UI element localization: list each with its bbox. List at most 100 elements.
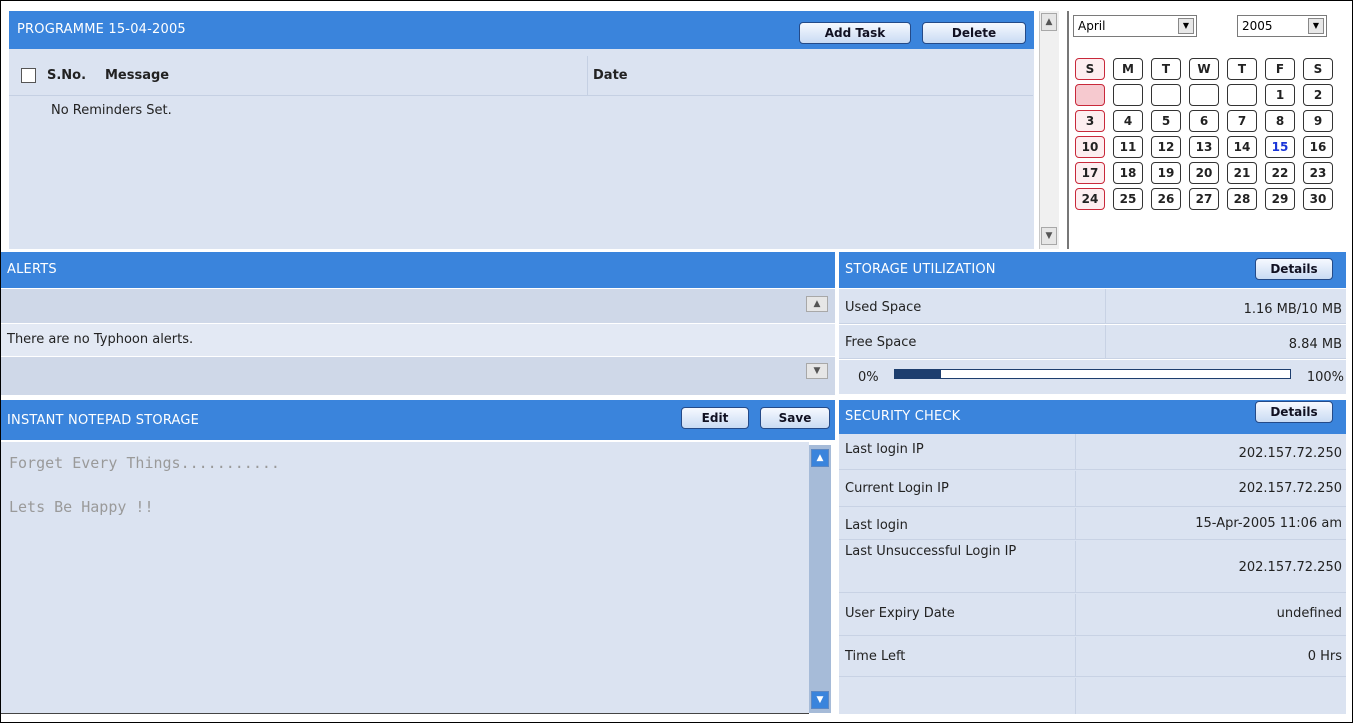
scroll-up-icon[interactable]: ▲	[811, 449, 829, 467]
calendar-day-today[interactable]: 15	[1265, 136, 1295, 158]
alerts-header: ALERTS	[1, 252, 835, 288]
calendar: April ▼ 2005 ▼ S M T W T F S 1 2 3 4 5 6…	[1067, 11, 1344, 249]
scroll-down-icon[interactable]: ▼	[806, 363, 828, 379]
security-row: User Expiry Date undefined	[839, 594, 1346, 636]
calendar-day[interactable]: 19	[1151, 162, 1181, 184]
calendar-day[interactable]: 22	[1265, 162, 1295, 184]
security-row-value: 15-Apr-2005 11:06 am	[1195, 516, 1342, 531]
year-select-value: 2005	[1242, 19, 1273, 33]
add-task-button[interactable]: Add Task	[799, 22, 911, 44]
weekday-label: S	[1075, 58, 1105, 80]
scroll-up-icon[interactable]: ▲	[806, 296, 828, 312]
select-all-checkbox[interactable]	[21, 68, 36, 83]
column-divider	[1075, 471, 1076, 507]
calendar-day[interactable]: 4	[1113, 110, 1143, 132]
security-row-value: 0 Hrs	[1307, 649, 1342, 664]
calendar-day[interactable]: 21	[1227, 162, 1257, 184]
scroll-down-icon[interactable]: ▼	[811, 691, 829, 709]
notepad-scrollbar[interactable]: ▲ ▼	[809, 445, 831, 713]
calendar-day[interactable]: 27	[1189, 188, 1219, 210]
security-row: Last login IP 202.157.72.250	[839, 434, 1346, 470]
edit-button[interactable]: Edit	[681, 407, 749, 429]
security-empty-row	[839, 678, 1346, 714]
dropdown-arrow-icon[interactable]: ▼	[1308, 18, 1324, 34]
year-select[interactable]: 2005 ▼	[1237, 15, 1327, 37]
calendar-day[interactable]: 2	[1303, 84, 1333, 106]
programme-scrollbar[interactable]: ▲ ▼	[1039, 11, 1059, 249]
security-title: SECURITY CHECK	[845, 409, 961, 424]
calendar-day[interactable]: 11	[1113, 136, 1143, 158]
security-details-button[interactable]: Details	[1255, 401, 1333, 423]
weekday-label: F	[1265, 58, 1295, 80]
calendar-day[interactable]: 8	[1265, 110, 1295, 132]
calendar-day[interactable]: 25	[1113, 188, 1143, 210]
calendar-day[interactable]: 28	[1227, 188, 1257, 210]
security-row-value: undefined	[1276, 606, 1342, 621]
calendar-day[interactable]: 10	[1075, 136, 1105, 158]
save-button[interactable]: Save	[760, 407, 830, 429]
calendar-day[interactable]: 1	[1265, 84, 1295, 106]
storage-progress-fill	[895, 370, 941, 378]
used-space-value: 1.16 MB/10 MB	[1243, 302, 1342, 317]
progress-max-label: 100%	[1306, 370, 1344, 385]
alerts-title: ALERTS	[7, 262, 57, 277]
week-row: 1 2	[1075, 82, 1341, 108]
calendar-day[interactable]: 24	[1075, 188, 1105, 210]
calendar-day[interactable]: 12	[1151, 136, 1181, 158]
security-row-label: Last Unsuccessful Login IP	[845, 544, 1017, 559]
notepad-title: INSTANT NOTEPAD STORAGE	[7, 413, 200, 428]
programme-column-header: S.No. Message Date	[9, 56, 1033, 96]
delete-button[interactable]: Delete	[922, 22, 1026, 44]
security-row: Last Unsuccessful Login IP 202.157.72.25…	[839, 541, 1346, 593]
dashboard-frame: PROGRAMME 15-04-2005 Add Task Delete S.N…	[0, 0, 1353, 723]
calendar-day[interactable]: 13	[1189, 136, 1219, 158]
calendar-day[interactable]: 6	[1189, 110, 1219, 132]
storage-progress-bar	[894, 369, 1291, 379]
calendar-day[interactable]: 30	[1303, 188, 1333, 210]
alerts-top-row	[1, 289, 835, 323]
calendar-day[interactable]: 16	[1303, 136, 1333, 158]
column-divider	[1105, 325, 1106, 359]
column-divider	[1075, 594, 1076, 636]
calendar-day[interactable]: 3	[1075, 110, 1105, 132]
column-date: Date	[593, 68, 628, 83]
security-row-label: Current Login IP	[845, 481, 949, 496]
progress-min-label: 0%	[858, 370, 879, 385]
week-row: 3 4 5 6 7 8 9	[1075, 108, 1341, 134]
calendar-day[interactable]: 23	[1303, 162, 1333, 184]
calendar-day[interactable]: 7	[1227, 110, 1257, 132]
calendar-day[interactable]: 26	[1151, 188, 1181, 210]
security-row-label: Last login	[845, 518, 908, 533]
programme-title: PROGRAMME 15-04-2005	[17, 22, 186, 37]
weekday-label: T	[1151, 58, 1181, 80]
calendar-day	[1189, 84, 1219, 106]
calendar-day[interactable]: 20	[1189, 162, 1219, 184]
scroll-up-icon[interactable]: ▲	[1041, 13, 1057, 31]
used-space-row: Used Space 1.16 MB/10 MB	[839, 289, 1346, 324]
alerts-message-row: There are no Typhoon alerts.	[1, 324, 835, 356]
column-divider	[1075, 541, 1076, 593]
security-row: Current Login IP 202.157.72.250	[839, 471, 1346, 507]
month-select[interactable]: April ▼	[1073, 15, 1197, 37]
calendar-day[interactable]: 14	[1227, 136, 1257, 158]
week-row: 24 25 26 27 28 29 30	[1075, 186, 1341, 212]
calendar-grid: S M T W T F S 1 2 3 4 5 6 7 8 9 10 11 12…	[1075, 56, 1341, 212]
notepad-textarea[interactable]: Forget Every Things........... Lets Be H…	[1, 442, 809, 714]
calendar-day[interactable]: 18	[1113, 162, 1143, 184]
week-row: 10 11 12 13 14 15 16	[1075, 134, 1341, 160]
weekday-row: S M T W T F S	[1075, 56, 1341, 82]
alerts-message: There are no Typhoon alerts.	[7, 332, 194, 347]
storage-details-button[interactable]: Details	[1255, 258, 1333, 280]
calendar-day[interactable]: 17	[1075, 162, 1105, 184]
security-row-label: Time Left	[845, 649, 906, 664]
column-divider	[1075, 637, 1076, 677]
security-row-value: 202.157.72.250	[1238, 560, 1342, 575]
scroll-down-icon[interactable]: ▼	[1041, 227, 1057, 245]
calendar-day[interactable]: 9	[1303, 110, 1333, 132]
dropdown-arrow-icon[interactable]: ▼	[1178, 18, 1194, 34]
weekday-label: S	[1303, 58, 1333, 80]
calendar-day[interactable]: 29	[1265, 188, 1295, 210]
column-divider	[1105, 289, 1106, 324]
security-row-value: 202.157.72.250	[1238, 481, 1342, 496]
calendar-day[interactable]: 5	[1151, 110, 1181, 132]
